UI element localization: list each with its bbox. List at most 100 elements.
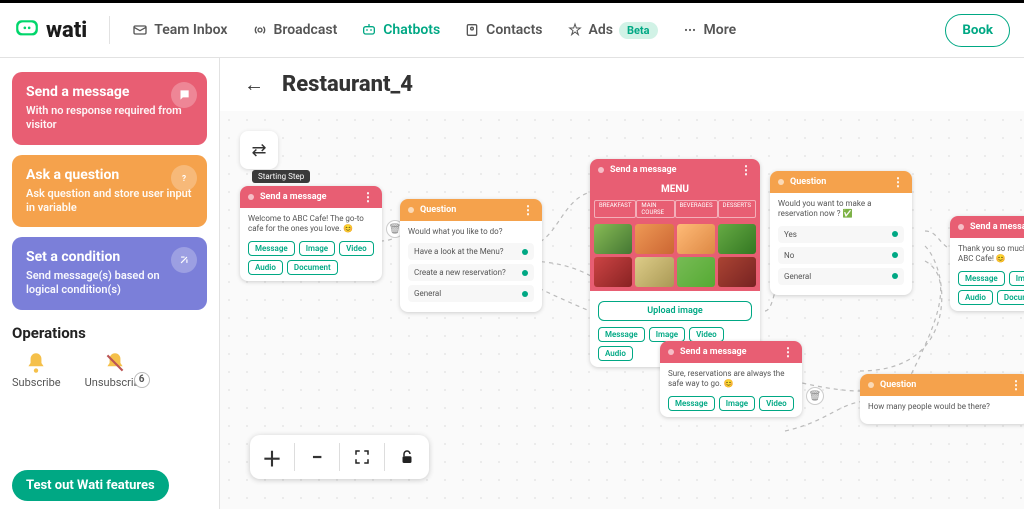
menu-tab: MAIN COURSE — [636, 200, 674, 218]
option-row[interactable]: No — [778, 247, 904, 264]
card-title: Send a message — [26, 84, 193, 100]
logo[interactable]: wati — [14, 17, 87, 43]
flow-node-send-message-menu[interactable]: Send a message ⋮ MENU BREAKFAST MAIN COU… — [590, 159, 760, 367]
broadcast-icon — [252, 22, 268, 38]
question-icon: ? — [171, 165, 197, 191]
node-dot-icon — [958, 224, 964, 230]
option-row[interactable]: General — [778, 268, 904, 285]
node-header: Question ⋮ — [400, 199, 542, 221]
node-header: Question ⋮ — [770, 171, 912, 193]
menu-tab: BREAKFAST — [594, 200, 636, 218]
chip[interactable]: Image — [299, 241, 335, 256]
starting-step-tag: Starting Step — [252, 170, 310, 183]
node-title: Question — [880, 380, 916, 390]
node-dot-icon — [868, 382, 874, 388]
menu-tabs: BREAKFAST MAIN COURSE BEVERAGES DESSERTS — [590, 198, 760, 220]
fullscreen-icon — [353, 448, 371, 466]
chip[interactable]: Message — [958, 271, 1005, 286]
kebab-icon[interactable]: ⋮ — [892, 179, 904, 185]
chip[interactable]: Video — [689, 327, 724, 342]
kebab-icon[interactable]: ⋮ — [740, 167, 752, 173]
nav-label: Contacts — [486, 22, 542, 38]
kebab-icon[interactable]: ⋮ — [1010, 382, 1022, 388]
chip[interactable]: Audio — [958, 290, 993, 305]
menu-tab: DESSERTS — [718, 200, 756, 218]
menu-tab: BEVERAGES — [675, 200, 718, 218]
lock-button[interactable] — [385, 435, 429, 479]
op-unsubscribe[interactable]: Unsubscribe 6 — [85, 350, 146, 389]
topbar: wati Team Inbox Broadcast Chatbots Conta… — [0, 0, 1024, 58]
nav-more[interactable]: More — [682, 22, 737, 38]
operations-heading: Operations — [12, 324, 207, 342]
flow-node-send-message-thanks[interactable]: Send a message ⋮ Thank you so much for v… — [950, 216, 1024, 311]
node-dot-icon — [408, 207, 414, 213]
nav-ads[interactable]: Ads Beta — [567, 22, 658, 39]
chip[interactable]: Document — [997, 290, 1024, 305]
card-title: Ask a question — [26, 167, 193, 183]
chip[interactable]: Video — [759, 396, 794, 411]
beta-badge: Beta — [619, 22, 658, 39]
node-dot-icon — [248, 194, 254, 200]
flow-node-question-people[interactable]: Question ⋮ How many people would be ther… — [860, 374, 1024, 424]
option-row[interactable]: General — [408, 285, 534, 302]
flow-node-question-1[interactable]: Question ⋮ Would what you like to do? Ha… — [400, 199, 542, 312]
flow-node-question-reservation[interactable]: Question ⋮ Would you want to make a rese… — [770, 171, 912, 295]
test-features-button[interactable]: Test out Wati features — [12, 470, 169, 501]
nav-broadcast[interactable]: Broadcast — [252, 22, 338, 38]
nav-label: Broadcast — [274, 22, 338, 38]
flow-node-send-message-1[interactable]: Starting Step Send a message ⋮ Welcome t… — [240, 186, 382, 281]
zoom-in-button[interactable]: ＋ — [250, 435, 294, 479]
menu-image-grid — [590, 220, 760, 291]
chip-row: Message Image Video Audio Document — [248, 241, 374, 275]
nav-team-inbox[interactable]: Team Inbox — [132, 22, 227, 38]
chip[interactable]: Video — [339, 241, 374, 256]
card-subtitle: Ask question and store user input in var… — [26, 187, 193, 216]
node-body-text: Thank you so much for visiting ABC Cafe!… — [958, 244, 1024, 265]
fit-screen-button[interactable] — [340, 435, 384, 479]
zoom-out-button[interactable]: − — [295, 435, 339, 479]
trash-icon[interactable]: 🗑 — [806, 387, 824, 405]
chip[interactable]: Image — [1009, 271, 1024, 286]
chip[interactable]: Image — [649, 327, 685, 342]
option-row[interactable]: Have a look at the Menu? — [408, 243, 534, 260]
flow-header: ← Restaurant_4 — [220, 58, 1024, 111]
branch-icon — [171, 247, 197, 273]
sidebar-card-send-message[interactable]: Send a message With no response required… — [12, 72, 207, 145]
chip[interactable]: Document — [287, 260, 338, 275]
chip[interactable]: Audio — [598, 346, 633, 361]
kebab-icon[interactable]: ⋮ — [522, 207, 534, 213]
back-arrow-button[interactable]: ← — [240, 72, 268, 97]
card-subtitle: Send message(s) based on logical conditi… — [26, 269, 193, 298]
nav-contacts[interactable]: Contacts — [464, 22, 542, 38]
chip[interactable]: Message — [598, 327, 645, 342]
op-label: Subscribe — [12, 376, 61, 389]
flow-title: Restaurant_4 — [282, 72, 413, 97]
node-title: Question — [790, 177, 826, 187]
chip[interactable]: Message — [248, 241, 295, 256]
chip[interactable]: Image — [719, 396, 755, 411]
flow-canvas[interactable]: ⇄ Starting Step Send a message ⋮ Welcome… — [220, 111, 1024, 509]
op-subscribe[interactable]: Subscribe — [12, 350, 61, 389]
kebab-icon[interactable]: ⋮ — [362, 194, 374, 200]
node-body-text: Would you want to make a reservation now… — [778, 199, 904, 220]
inbox-icon — [132, 22, 148, 38]
sidebar-card-set-condition[interactable]: Set a condition Send message(s) based on… — [12, 237, 207, 310]
sidebar-card-ask-question[interactable]: Ask a question Ask question and store us… — [12, 155, 207, 228]
operations-row: Subscribe Unsubscribe 6 — [12, 350, 207, 389]
chat-bubble-icon — [171, 82, 197, 108]
chip[interactable]: Message — [668, 396, 715, 411]
nav-chatbots[interactable]: Chatbots — [361, 22, 440, 38]
book-button[interactable]: Book — [945, 14, 1010, 47]
chip[interactable]: Audio — [248, 260, 283, 275]
node-header: Send a message ⋮ — [240, 186, 382, 208]
kebab-icon[interactable]: ⋮ — [782, 349, 794, 355]
bell-icon — [23, 350, 49, 376]
unsubscribe-count-badge: 6 — [134, 372, 150, 388]
node-dot-icon — [778, 179, 784, 185]
option-row[interactable]: Create a new reservation? — [408, 264, 534, 281]
upload-image-button[interactable]: Upload image — [598, 301, 752, 321]
option-row[interactable]: Yes — [778, 226, 904, 243]
swap-direction-button[interactable]: ⇄ — [240, 131, 278, 169]
flow-node-send-message-reservation-safe[interactable]: Send a message ⋮ Sure, reservations are … — [660, 341, 802, 417]
node-dot-icon — [598, 167, 604, 173]
